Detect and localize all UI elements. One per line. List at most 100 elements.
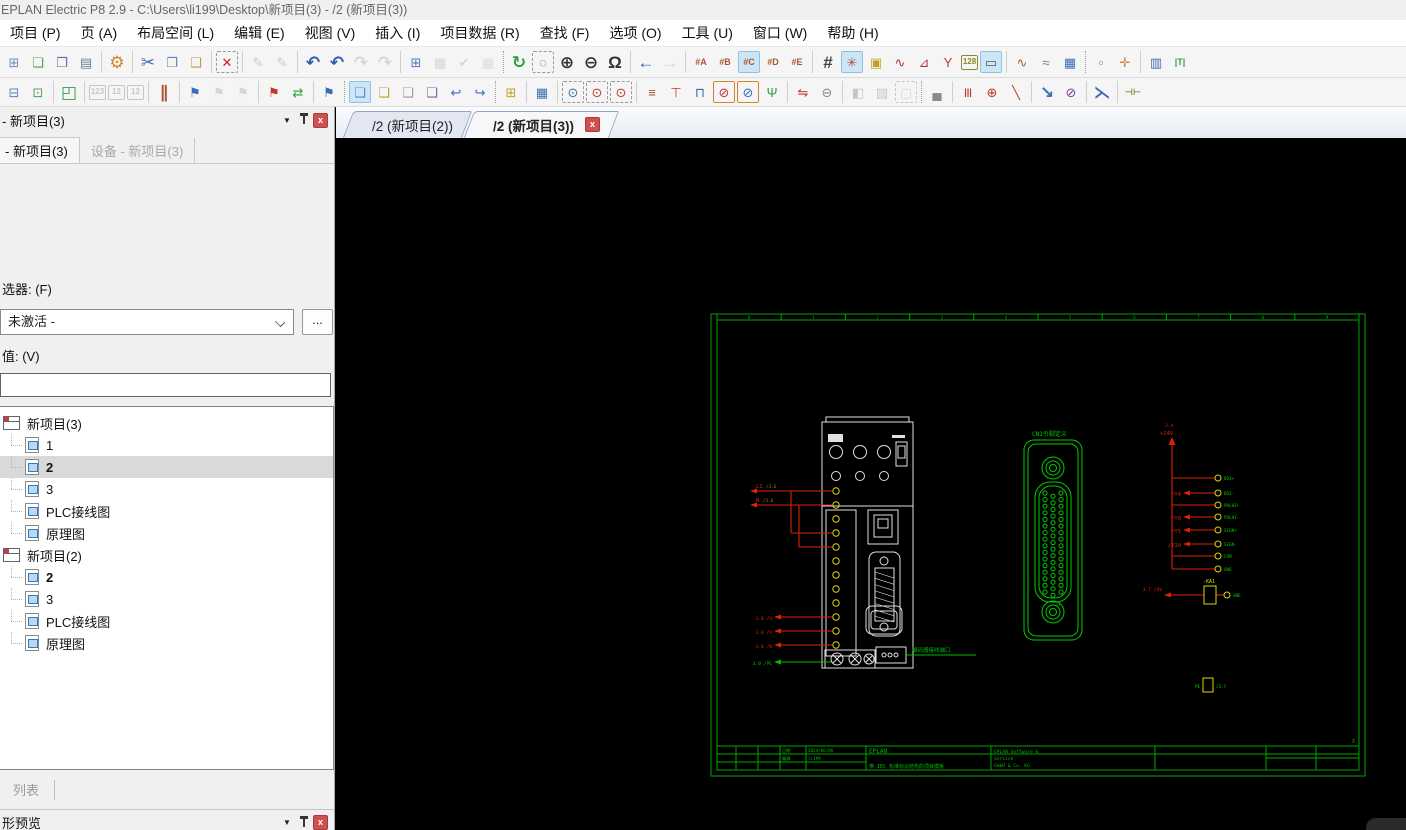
t-node-icon[interactable]: Y <box>937 51 959 73</box>
close-icon[interactable]: x <box>313 815 328 830</box>
zoom-in-icon[interactable]: ⊕ <box>556 51 578 73</box>
arc-tool-icon[interactable]: ↘ <box>1036 81 1058 103</box>
cable-numbering-icon[interactable]: 12 <box>127 85 144 100</box>
tab-list[interactable]: 列表 <box>13 780 39 799</box>
grid-e-icon[interactable]: #E <box>786 51 808 73</box>
chevron-down-icon[interactable]: ▼ <box>279 112 295 128</box>
filter-combobox[interactable]: 未激活 - <box>0 309 294 335</box>
conductor-icon[interactable]: ∿ <box>1011 51 1033 73</box>
insert-text-icon[interactable]: |T| <box>1169 51 1191 73</box>
chevron-down-icon[interactable]: ▼ <box>279 815 295 830</box>
menu-item[interactable]: 插入 (I) <box>365 20 430 46</box>
interruption-point-icon[interactable]: ⇋ <box>792 81 814 103</box>
refresh-view-icon[interactable]: ↻ <box>508 51 530 73</box>
tree-page-2[interactable]: 2 <box>0 456 333 478</box>
net-grid-icon[interactable]: ▦ <box>1059 51 1081 73</box>
check-project-icon[interactable]: ⚑ <box>184 81 206 103</box>
connection-node-icon[interactable]: ⊕ <box>981 81 1003 103</box>
black-box-icon[interactable]: ◧ <box>847 81 869 103</box>
tree-page-3b[interactable]: 3 <box>0 588 333 610</box>
pin-icon[interactable] <box>303 819 305 827</box>
generate-report-icon[interactable]: ⚑ <box>263 81 285 103</box>
device-navigator-icon[interactable]: ▦ <box>531 81 553 103</box>
terminal-select-icon[interactable]: ⊙ <box>610 81 632 103</box>
zoom-100-icon[interactable]: Ω <box>604 51 626 73</box>
insert-window-macro-icon[interactable]: ⊞ <box>405 51 427 73</box>
tree-page-1[interactable]: 1 <box>0 434 333 456</box>
menu-item[interactable]: 项目 (P) <box>0 20 71 46</box>
shield-icon[interactable]: ⊘ <box>737 81 759 103</box>
grid-a-icon[interactable]: #A <box>690 51 712 73</box>
drawing-canvas[interactable]: 0123456789 日期 2024/06/06 编辑 li199 EPLAN … <box>336 138 1406 830</box>
open-page-icon[interactable]: ❐ <box>51 51 73 73</box>
menu-item[interactable]: 窗口 (W) <box>743 20 817 46</box>
settings-wrench-icon[interactable]: ⚙ <box>106 51 128 73</box>
cable-definition-icon[interactable]: ⊘ <box>713 81 735 103</box>
device-select-icon[interactable]: ⊙ <box>586 81 608 103</box>
connection-symbol-icon[interactable]: ∿ <box>889 51 911 73</box>
menu-item[interactable]: 选项 (O) <box>599 20 671 46</box>
stamp-icon[interactable]: ▄ <box>926 81 948 103</box>
corner-tool-icon[interactable]: ⋋ <box>1091 81 1113 103</box>
tab-pages-tree[interactable]: - 新项目(3) <box>0 137 80 163</box>
remove-errors-icon[interactable]: ⚑ <box>318 81 340 103</box>
insert-table-icon[interactable]: ▦ <box>477 51 499 73</box>
plc-box-icon[interactable]: ⊓ <box>689 81 711 103</box>
transform-icon[interactable]: ✛ <box>1114 51 1136 73</box>
update-connections-icon[interactable]: ⇄ <box>287 81 309 103</box>
close-tab-icon[interactable]: x <box>585 117 600 132</box>
tree-project-new2[interactable]: 新项目(2) <box>0 544 333 566</box>
tree-page-3[interactable]: 3 <box>0 478 333 500</box>
grid-b-icon[interactable]: #B <box>714 51 736 73</box>
grid-c-icon[interactable]: #C <box>738 51 760 73</box>
signal-tracking-icon[interactable]: ≈ <box>1035 51 1057 73</box>
forward-page-icon[interactable]: → <box>659 51 681 73</box>
insert-device-icon[interactable]: ⊞ <box>500 81 522 103</box>
menu-item[interactable]: 布局空间 (L) <box>127 20 224 46</box>
page-properties-icon[interactable]: ❏ <box>349 81 371 103</box>
complete-page-icon[interactable]: ✔ <box>453 51 475 73</box>
check-selection-icon[interactable]: ⚑ <box>232 81 254 103</box>
new-window-icon[interactable]: ⊞ <box>3 51 25 73</box>
device-numbering-icon[interactable]: 123 <box>89 85 106 100</box>
page-navigator-icon[interactable]: ⊟ <box>3 81 25 103</box>
zoom-out-icon[interactable]: ⊖ <box>580 51 602 73</box>
dummy-box-icon[interactable]: ▢ <box>895 81 917 103</box>
layout-space-navigator-icon[interactable]: ⊡ <box>27 81 49 103</box>
tab-page-2-project3[interactable]: /2 (新项目(3)) x <box>469 111 614 138</box>
undo-icon[interactable]: ↶ <box>302 51 324 73</box>
page-macro-icon[interactable]: ❏ <box>421 81 443 103</box>
check-page-icon[interactable]: ⚑ <box>208 81 230 103</box>
redo-list-icon[interactable]: ↷ <box>374 51 396 73</box>
new-page-2-icon[interactable]: ❏ <box>373 81 395 103</box>
object-snap-icon[interactable]: ▣ <box>865 51 887 73</box>
undo-list-icon[interactable]: ↶ <box>326 51 348 73</box>
format-brush-icon[interactable]: ✎ <box>247 51 269 73</box>
coordinate-input-icon[interactable]: ⊿ <box>913 51 935 73</box>
menu-item[interactable]: 页 (A) <box>71 20 128 46</box>
connection-point-icon[interactable]: ⊣⊢ <box>1122 81 1144 103</box>
compare-projects-icon[interactable]: ∥ <box>153 81 175 103</box>
paste-icon[interactable]: ❑ <box>185 51 207 73</box>
tree-page-plcb[interactable]: PLC接线图 <box>0 610 333 632</box>
value-input[interactable] <box>0 373 331 397</box>
diagonal-line-icon[interactable]: ╲ <box>1005 81 1027 103</box>
open-page-2-icon[interactable]: ❏ <box>397 81 419 103</box>
ruler-icon[interactable]: ▭ <box>980 51 1002 73</box>
copy-icon[interactable]: ❐ <box>161 51 183 73</box>
pin-icon[interactable] <box>303 116 305 124</box>
tree-page-plc[interactable]: PLC接线图 <box>0 500 333 522</box>
delete-selection-icon[interactable]: ✕ <box>216 51 238 73</box>
circle-tool-icon[interactable]: ⊘ <box>1060 81 1082 103</box>
previous-page-icon[interactable]: ↩ <box>445 81 467 103</box>
tree-project-new3[interactable]: 新项目(3) <box>0 412 333 434</box>
tree-page-2b[interactable]: 2 <box>0 566 333 588</box>
grid-d-icon[interactable]: #D <box>762 51 784 73</box>
menu-item[interactable]: 编辑 (E) <box>224 20 295 46</box>
plugin-icon[interactable]: ◰ <box>58 81 80 103</box>
symbol-select-icon[interactable]: ⊙ <box>562 81 584 103</box>
menu-item[interactable]: 查找 (F) <box>530 20 600 46</box>
tree-page-schematicb[interactable]: 原理图 <box>0 632 333 654</box>
terminal-icon[interactable]: ⊤ <box>665 81 687 103</box>
move-handle-icon[interactable]: ▫ <box>1090 51 1112 73</box>
